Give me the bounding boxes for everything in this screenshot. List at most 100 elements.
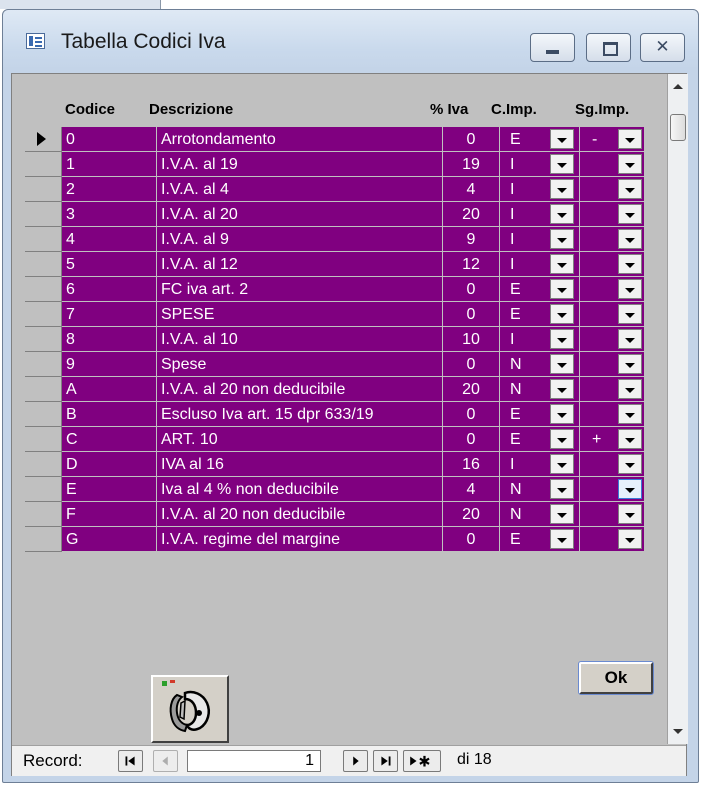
cell-codice[interactable]: 8: [62, 327, 157, 352]
table-row[interactable]: 5 I.V.A. al 12 12 I: [25, 252, 675, 277]
previous-record-button[interactable]: [153, 750, 178, 772]
cell-descrizione[interactable]: I.V.A. al 19: [157, 152, 443, 177]
cell-descrizione[interactable]: IVA al 16: [157, 452, 443, 477]
cell-iva[interactable]: 0: [443, 127, 500, 152]
cell-codice[interactable]: E: [62, 477, 157, 502]
cell-iva[interactable]: 10: [443, 327, 500, 352]
record-selector[interactable]: [25, 502, 62, 527]
cell-iva[interactable]: 20: [443, 502, 500, 527]
sgimp-dropdown-button[interactable]: [618, 254, 642, 274]
sgimp-dropdown-button[interactable]: [618, 304, 642, 324]
sgimp-dropdown-button[interactable]: [618, 154, 642, 174]
cimp-dropdown-button[interactable]: [550, 429, 574, 449]
scroll-thumb[interactable]: [670, 114, 686, 141]
table-row[interactable]: E Iva al 4 % non deducibile 4 N: [25, 477, 675, 502]
cell-iva[interactable]: 12: [443, 252, 500, 277]
cell-descrizione[interactable]: I.V.A. al 4: [157, 177, 443, 202]
cell-iva[interactable]: 0: [443, 427, 500, 452]
sgimp-dropdown-button[interactable]: [618, 529, 642, 549]
cimp-dropdown-button[interactable]: [550, 279, 574, 299]
ok-button[interactable]: Ok: [578, 661, 654, 695]
cell-codice[interactable]: 7: [62, 302, 157, 327]
cimp-dropdown-button[interactable]: [550, 504, 574, 524]
next-record-button[interactable]: [343, 750, 368, 772]
cimp-dropdown-button[interactable]: [550, 329, 574, 349]
table-row[interactable]: 1 I.V.A. al 19 19 I: [25, 152, 675, 177]
sgimp-dropdown-button[interactable]: [618, 354, 642, 374]
cell-codice[interactable]: 5: [62, 252, 157, 277]
record-selector[interactable]: [25, 127, 62, 152]
table-row[interactable]: 7 SPESE 0 E: [25, 302, 675, 327]
sgimp-dropdown-button[interactable]: [618, 479, 642, 499]
last-record-button[interactable]: [373, 750, 398, 772]
cell-descrizione[interactable]: I.V.A. al 10: [157, 327, 443, 352]
minimize-button[interactable]: [530, 33, 575, 62]
cimp-dropdown-button[interactable]: [550, 454, 574, 474]
sgimp-dropdown-button[interactable]: [618, 279, 642, 299]
close-button[interactable]: ✕: [640, 33, 685, 62]
cell-iva[interactable]: 0: [443, 277, 500, 302]
cell-descrizione[interactable]: Escluso Iva art. 15 dpr 633/19: [157, 402, 443, 427]
cell-iva[interactable]: 0: [443, 352, 500, 377]
cell-descrizione[interactable]: Arrotondamento: [157, 127, 443, 152]
table-row[interactable]: 0 Arrotondamento 0 E -: [25, 127, 675, 152]
record-selector[interactable]: [25, 252, 62, 277]
sgimp-dropdown-button[interactable]: [618, 329, 642, 349]
scroll-down-icon[interactable]: [673, 729, 683, 734]
record-selector[interactable]: [25, 402, 62, 427]
cell-descrizione[interactable]: I.V.A. regime del margine: [157, 527, 443, 552]
cell-descrizione[interactable]: Iva al 4 % non deducibile: [157, 477, 443, 502]
cell-descrizione[interactable]: ART. 10: [157, 427, 443, 452]
record-selector[interactable]: [25, 427, 62, 452]
sgimp-dropdown-button[interactable]: [618, 379, 642, 399]
record-selector[interactable]: [25, 177, 62, 202]
record-selector[interactable]: [25, 327, 62, 352]
cimp-dropdown-button[interactable]: [550, 129, 574, 149]
table-row[interactable]: D IVA al 16 16 I: [25, 452, 675, 477]
cell-descrizione[interactable]: I.V.A. al 20 non deducibile: [157, 377, 443, 402]
cimp-dropdown-button[interactable]: [550, 529, 574, 549]
record-selector[interactable]: [25, 202, 62, 227]
cell-iva[interactable]: 9: [443, 227, 500, 252]
cell-iva[interactable]: 0: [443, 402, 500, 427]
table-row[interactable]: 9 Spese 0 N: [25, 352, 675, 377]
cimp-dropdown-button[interactable]: [550, 154, 574, 174]
record-selector[interactable]: [25, 227, 62, 252]
sgimp-dropdown-button[interactable]: [618, 454, 642, 474]
cell-descrizione[interactable]: SPESE: [157, 302, 443, 327]
cell-codice[interactable]: A: [62, 377, 157, 402]
sgimp-dropdown-button[interactable]: [618, 229, 642, 249]
table-row[interactable]: 8 I.V.A. al 10 10 I: [25, 327, 675, 352]
table-row[interactable]: F I.V.A. al 20 non deducibile 20 N: [25, 502, 675, 527]
sgimp-dropdown-button[interactable]: [618, 504, 642, 524]
record-selector[interactable]: [25, 352, 62, 377]
cell-codice[interactable]: G: [62, 527, 157, 552]
scroll-up-icon[interactable]: [673, 84, 683, 89]
cimp-dropdown-button[interactable]: [550, 229, 574, 249]
cell-codice[interactable]: D: [62, 452, 157, 477]
cell-iva[interactable]: 4: [443, 477, 500, 502]
sgimp-dropdown-button[interactable]: [618, 179, 642, 199]
exit-button[interactable]: [151, 675, 229, 743]
cell-codice[interactable]: 0: [62, 127, 157, 152]
cell-iva[interactable]: 20: [443, 377, 500, 402]
cimp-dropdown-button[interactable]: [550, 479, 574, 499]
table-row[interactable]: C ART. 10 0 E +: [25, 427, 675, 452]
cell-codice[interactable]: 9: [62, 352, 157, 377]
table-row[interactable]: 6 FC iva art. 20E: [25, 277, 675, 302]
cimp-dropdown-button[interactable]: [550, 304, 574, 324]
cimp-dropdown-button[interactable]: [550, 179, 574, 199]
cell-codice[interactable]: F: [62, 502, 157, 527]
record-selector[interactable]: [25, 527, 62, 552]
cell-descrizione[interactable]: FC iva art. 2: [157, 277, 443, 302]
cell-codice[interactable]: B: [62, 402, 157, 427]
cell-iva[interactable]: 4: [443, 177, 500, 202]
title-bar[interactable]: Tabella Codici Iva ✕: [3, 10, 698, 70]
table-row[interactable]: 2 I.V.A. al 44I: [25, 177, 675, 202]
cell-iva[interactable]: 16: [443, 452, 500, 477]
new-record-button[interactable]: ✱: [403, 750, 441, 772]
cimp-dropdown-button[interactable]: [550, 379, 574, 399]
table-row[interactable]: B Escluso Iva art. 15 dpr 633/19 0 E: [25, 402, 675, 427]
sgimp-dropdown-button[interactable]: [618, 429, 642, 449]
maximize-button[interactable]: [586, 33, 631, 62]
